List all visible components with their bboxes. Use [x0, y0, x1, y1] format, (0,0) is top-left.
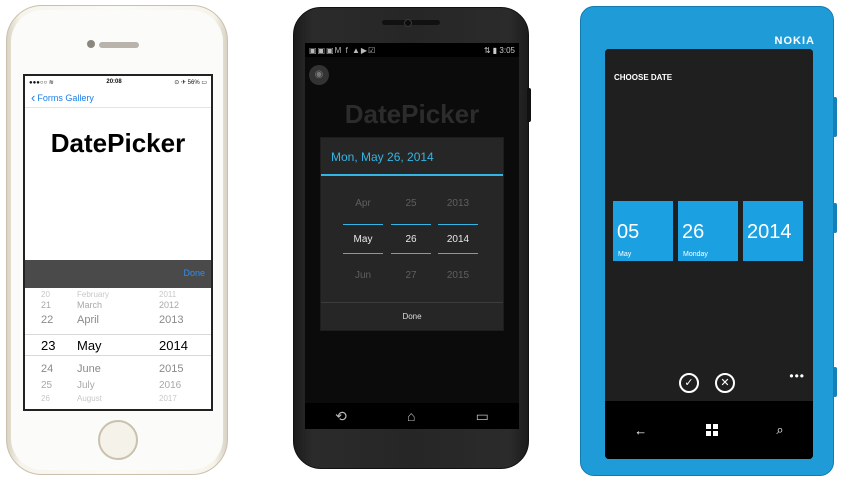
android-app-area: ◉ DatePicker Mon, May 26, 2014 Apr May J…: [305, 57, 519, 403]
year-next[interactable]: 2015: [438, 270, 478, 281]
year-current[interactable]: 2014: [438, 234, 478, 245]
picker-month: April: [77, 314, 100, 326]
year-tile[interactable]: 2014: [743, 201, 803, 261]
android-screen: ▣▣▣M f ▲▶☑ ⇅ ▮ 3:05 ◉ DatePicker Mon, Ma…: [305, 43, 519, 429]
tile-label: May: [618, 251, 632, 258]
wp-page: CHOOSE DATE 05 May 26 Monday 2014 ✓ ✕ ••…: [605, 49, 813, 401]
date-picker-dialog: Mon, May 26, 2014 Apr May Jun 25 26 27 2…: [320, 137, 504, 331]
year-divider-top: [438, 224, 478, 225]
picker-month: March: [77, 300, 103, 310]
volume-button[interactable]: [833, 97, 837, 137]
picker-month: May: [77, 337, 102, 353]
picker-day: 25: [41, 379, 53, 391]
picker-year: 2014: [159, 337, 188, 353]
picker-day: 24: [41, 363, 54, 375]
picker-month: June: [77, 363, 101, 375]
month-current[interactable]: May: [343, 234, 383, 245]
wp-screen: CHOOSE DATE 05 May 26 Monday 2014 ✓ ✕ ••…: [605, 49, 813, 459]
front-camera-icon: [404, 19, 412, 27]
front-camera-icon: [87, 40, 95, 48]
check-icon[interactable]: ✓: [679, 373, 699, 393]
notification-icons: ▣▣▣M f ▲▶☑: [309, 45, 377, 55]
picker-month: July: [77, 379, 95, 391]
picker-year: 2016: [159, 379, 182, 391]
more-icon[interactable]: •••: [789, 369, 805, 383]
status-time: 20:08: [106, 79, 122, 85]
tile-value: 05: [617, 221, 640, 243]
back-arrow-icon[interactable]: ←: [634, 423, 647, 438]
camera-button[interactable]: [833, 367, 837, 397]
android-device: ▣▣▣M f ▲▶☑ ⇅ ▮ 3:05 ◉ DatePicker Mon, Ma…: [293, 7, 531, 469]
picker-day: 23: [41, 337, 56, 353]
earpiece-speaker: [99, 42, 139, 48]
date-picker-wheel[interactable]: 20 February 2011 21 March 2012 22 April …: [25, 288, 211, 409]
year-prev[interactable]: 2013: [438, 198, 478, 209]
chevron-left-icon[interactable]: ‹: [31, 91, 35, 104]
day-tile[interactable]: 26 Monday: [678, 201, 738, 261]
picker-year: 2013: [159, 314, 184, 326]
home-button[interactable]: [98, 420, 138, 460]
recent-apps-icon[interactable]: ▭: [476, 408, 489, 425]
tile-value: 2014: [747, 221, 792, 243]
picker-year: 2017: [159, 393, 177, 403]
picker-month: August: [77, 393, 102, 403]
picker-day: 22: [41, 314, 54, 326]
picker-row[interactable]: 24 June 2015: [25, 362, 211, 376]
month-prev[interactable]: Apr: [343, 198, 383, 209]
picker-day: 21: [41, 300, 52, 310]
brand-logo: NOKIA: [774, 35, 815, 47]
app-bar: ✓ ✕ •••: [605, 367, 813, 397]
picker-year: 2015: [159, 363, 184, 375]
ios-status-bar: ●●●○○ ≋ 20:08 ⊙ ✈ 56% ▭: [25, 76, 211, 88]
close-icon[interactable]: ✕: [715, 373, 735, 393]
home-icon[interactable]: ⌂: [407, 408, 415, 424]
day-current[interactable]: 26: [391, 234, 431, 245]
page-title: CHOOSE DATE: [614, 73, 673, 82]
done-button[interactable]: Done: [321, 302, 503, 330]
signal-battery-icon: ⇅ ▮: [483, 45, 498, 55]
ios-navigation-bar: ‹ Forms Gallery: [25, 88, 211, 108]
back-button[interactable]: Forms Gallery: [37, 93, 94, 103]
power-button[interactable]: [833, 203, 837, 233]
picker-row[interactable]: 21 March 2012: [25, 298, 211, 312]
status-time: 3:05: [499, 45, 515, 55]
wp-navigation-bar: ← ⌕: [605, 401, 813, 459]
picker-year: 2012: [159, 300, 180, 310]
page-title: DatePicker: [50, 128, 186, 158]
month-divider-top: [343, 224, 383, 225]
day-next[interactable]: 27: [391, 270, 431, 281]
day-divider-bottom: [391, 253, 431, 254]
day-divider-top: [391, 224, 431, 225]
nokia-device: NOKIA CHOOSE DATE 05 May 26 Monday 2014 …: [580, 6, 837, 476]
picker-day: 26: [41, 393, 50, 403]
day-prev[interactable]: 25: [391, 198, 431, 209]
picker-toolbar: Done: [25, 260, 211, 288]
dialog-header-date: Mon, May 26, 2014: [321, 138, 503, 176]
month-next[interactable]: Jun: [343, 270, 383, 281]
windows-start-icon[interactable]: [705, 424, 718, 436]
android-status-bar: ▣▣▣M f ▲▶☑ ⇅ ▮ 3:05: [305, 43, 519, 57]
ios-screen: ●●●○○ ≋ 20:08 ⊙ ✈ 56% ▭ ‹ Forms Gallery …: [23, 74, 213, 411]
picker-row[interactable]: 22 April 2013: [25, 313, 211, 327]
iphone-device: ●●●○○ ≋ 20:08 ⊙ ✈ 56% ▭ ‹ Forms Gallery …: [6, 5, 228, 475]
month-tile[interactable]: 05 May: [613, 201, 673, 261]
power-button[interactable]: [527, 88, 531, 122]
android-logo-icon: ◉: [309, 65, 329, 85]
battery-icon: ⊙ ✈ 56% ▭: [174, 79, 207, 86]
search-icon[interactable]: ⌕: [776, 422, 783, 438]
picker-row-selected[interactable]: 23 May 2014: [25, 337, 211, 353]
android-navigation-bar: ⟲ ⌂ ▭: [305, 403, 519, 429]
tile-value: 26: [682, 221, 705, 243]
signal-icon: ●●●○○ ≋: [29, 79, 54, 86]
page-title: DatePicker: [344, 99, 480, 129]
done-button[interactable]: Done: [183, 268, 205, 278]
back-icon[interactable]: ⟲: [335, 408, 347, 425]
year-divider-bottom: [438, 253, 478, 254]
tile-label: Monday: [683, 251, 708, 258]
month-divider-bottom: [343, 253, 383, 254]
picker-row[interactable]: 26 August 2017: [25, 391, 211, 405]
picker-row[interactable]: 25 July 2016: [25, 378, 211, 392]
